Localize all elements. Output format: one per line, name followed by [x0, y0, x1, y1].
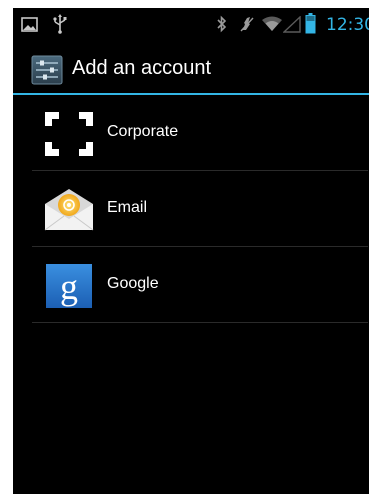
- account-label: Corporate: [107, 123, 179, 140]
- bluetooth-icon: [216, 15, 227, 37]
- account-item-email[interactable]: Email: [13, 171, 369, 247]
- status-bar: 12:30: [13, 8, 369, 43]
- settings-app-icon[interactable]: [31, 55, 63, 85]
- corporate-exchange-icon: [43, 110, 95, 158]
- usb-icon: [53, 14, 67, 38]
- list-divider: [32, 322, 368, 323]
- vibrate-icon: [239, 15, 255, 37]
- google-g-icon: g: [43, 262, 95, 310]
- image-notification-icon: [21, 17, 38, 36]
- svg-text:g: g: [60, 267, 78, 307]
- account-label: Google: [107, 275, 159, 292]
- signal-icon: [282, 15, 301, 37]
- wifi-icon: [261, 16, 283, 36]
- account-list: Corporate Email g Google: [13, 95, 369, 323]
- clock: 12:30: [326, 15, 369, 35]
- page-title: Add an account: [72, 57, 211, 79]
- account-item-corporate[interactable]: Corporate: [13, 95, 369, 171]
- email-envelope-icon: [43, 186, 95, 234]
- account-item-google[interactable]: g Google: [13, 247, 369, 323]
- battery-icon: [305, 13, 316, 38]
- account-label: Email: [107, 199, 148, 216]
- action-bar: Add an account: [13, 48, 369, 94]
- device-screen: 12:30 Add an account: [13, 8, 369, 494]
